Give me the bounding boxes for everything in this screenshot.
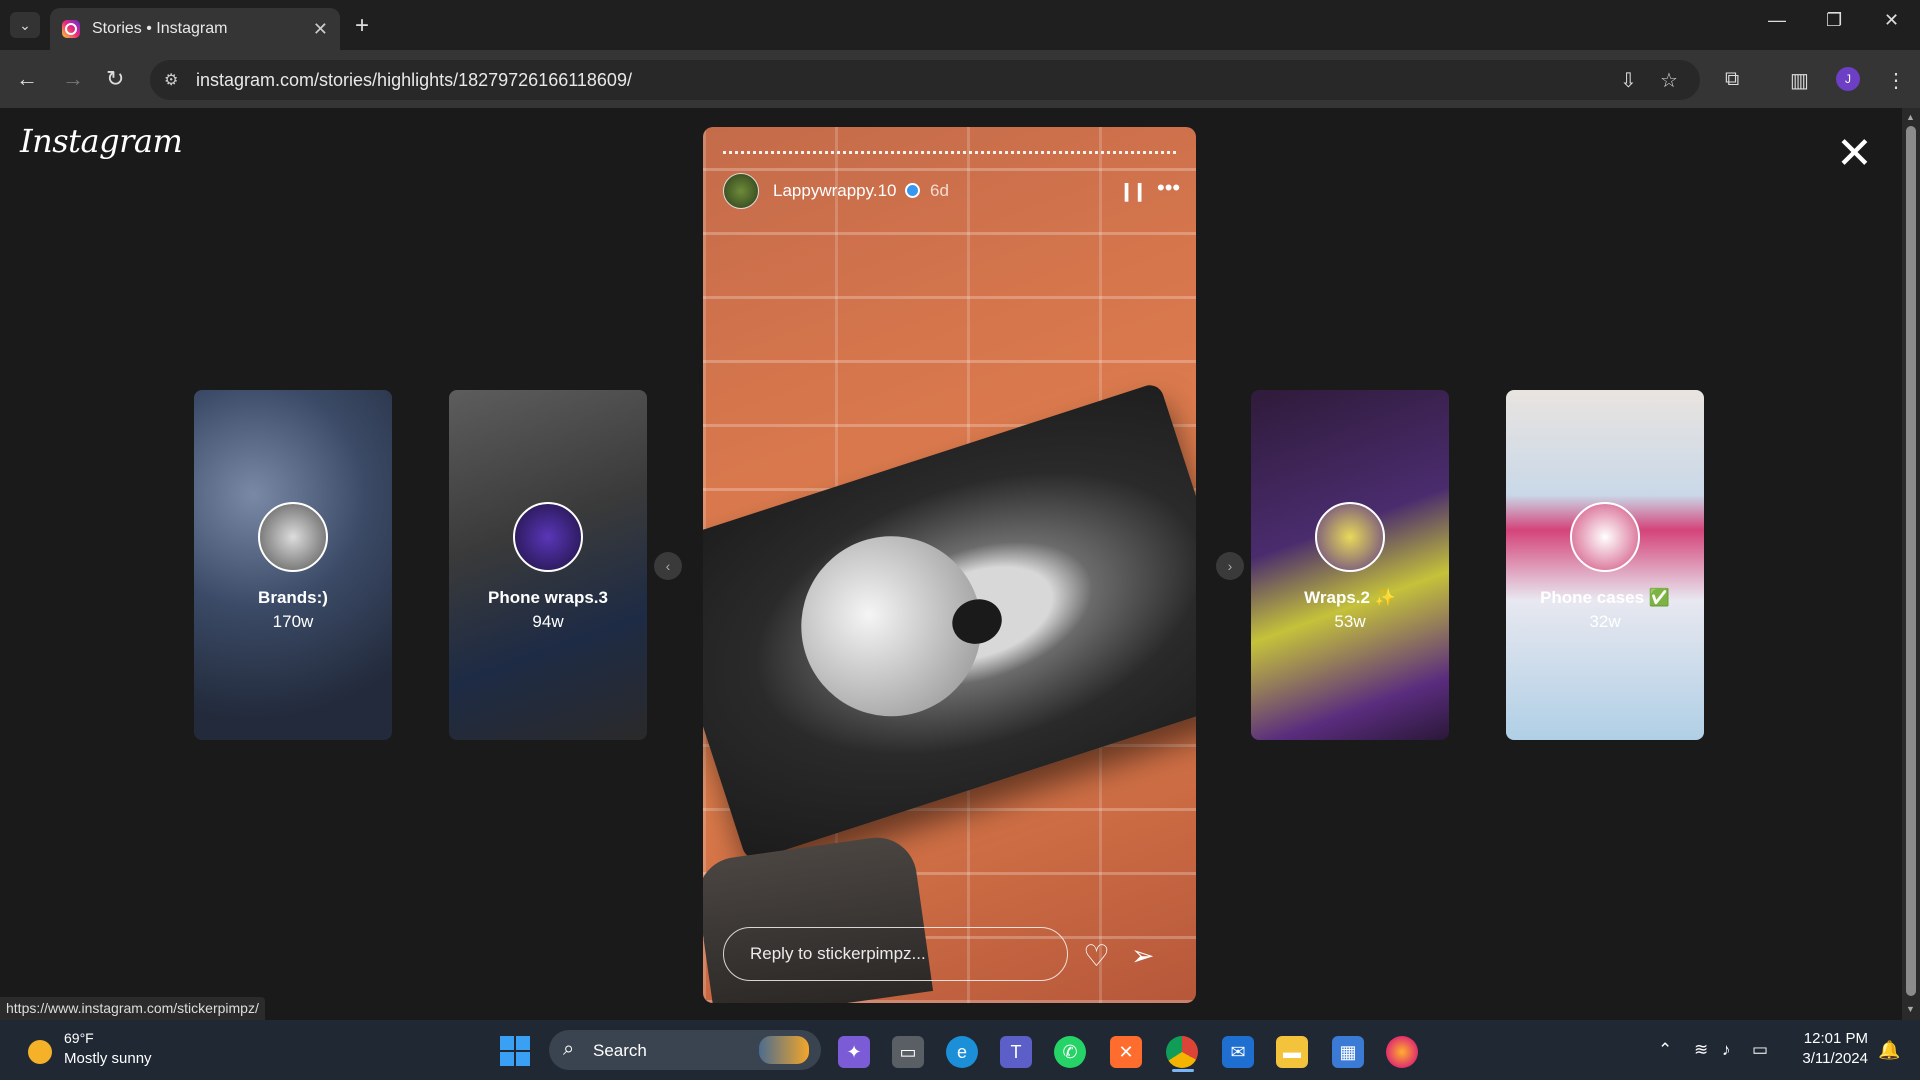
story-age: 6d [930, 181, 949, 200]
highlight-badge-icon [905, 183, 920, 198]
next-story-button[interactable]: › [1216, 552, 1244, 580]
previous-story-button[interactable]: ‹ [654, 552, 682, 580]
story-author-avatar[interactable] [723, 173, 759, 209]
restore-button[interactable]: ❐ [1826, 10, 1842, 31]
like-heart-icon[interactable]: ♡ [1083, 939, 1110, 974]
active-story[interactable]: Lappywrappy.10 6d ❙❙ ••• ♡ ➢ [703, 127, 1196, 1003]
forward-icon[interactable]: → [62, 66, 84, 92]
search-highlight-icon [759, 1036, 809, 1064]
windows-start-button[interactable] [500, 1036, 530, 1066]
minimize-button[interactable]: — [1768, 10, 1786, 31]
weather-condition: Mostly sunny [64, 1050, 152, 1067]
bookmark-star-icon[interactable]: ☆ [1660, 68, 1678, 93]
side-panel-icon[interactable]: ▥ [1790, 68, 1809, 93]
weather-temp: 69°F [64, 1030, 94, 1046]
highlight-age: 170w [272, 612, 314, 631]
chrome-active-indicator [1172, 1069, 1194, 1072]
highlight-avatar [1570, 502, 1640, 572]
whatsapp-icon[interactable]: ✆ [1054, 1036, 1086, 1068]
taskbar-search[interactable]: ⌕ Search [549, 1030, 821, 1070]
scroll-down-icon[interactable]: ▼ [1906, 1004, 1915, 1014]
story-progress-bar [723, 151, 1176, 154]
scroll-up-icon[interactable]: ▲ [1906, 112, 1915, 122]
new-tab-button[interactable]: + [355, 12, 369, 40]
highlight-age: 53w [1334, 612, 1366, 631]
highlight-card-phone-wraps[interactable]: Phone wraps.3 94w [449, 390, 647, 740]
highlight-age: 32w [1589, 612, 1621, 631]
highlight-avatar [258, 502, 328, 572]
page-scrollbar[interactable]: ▲ ▼ [1902, 108, 1920, 1020]
highlight-card-wraps[interactable]: Wraps.2 ✨ 53w [1251, 390, 1449, 740]
highlight-avatar [513, 502, 583, 572]
task-view-icon[interactable]: ▭ [892, 1036, 924, 1068]
link-status-bar: https://www.instagram.com/stickerpimpz/ [0, 997, 265, 1020]
address-url[interactable]: instagram.com/stories/highlights/1827972… [196, 70, 632, 91]
browser-tab[interactable]: Stories • Instagram ✕ [50, 8, 340, 50]
tab-close-icon[interactable]: ✕ [313, 19, 328, 40]
reply-field-wrapper[interactable] [723, 927, 1068, 981]
story-username[interactable]: Lappywrappy.10 [773, 181, 897, 201]
battery-icon[interactable]: ▭ [1752, 1040, 1768, 1060]
clock-time: 12:01 PM [1803, 1030, 1868, 1047]
profile-avatar[interactable]: J [1836, 67, 1860, 91]
wifi-icon[interactable]: ≋ [1694, 1040, 1708, 1060]
send-icon[interactable]: ➢ [1131, 939, 1154, 972]
highlight-name: Phone cases ✅ [1540, 588, 1670, 607]
story-header: Lappywrappy.10 6d ❙❙ ••• [723, 173, 1180, 209]
app-orange-icon[interactable]: ✕ [1110, 1036, 1142, 1068]
microsoft-store-icon[interactable]: ▦ [1332, 1036, 1364, 1068]
extensions-icon[interactable]: ⧉ [1725, 68, 1739, 91]
reload-icon[interactable]: ↻ [106, 66, 124, 92]
tab-title: Stories • Instagram [92, 20, 228, 37]
volume-icon[interactable]: ♪ [1722, 1040, 1731, 1060]
edge-icon[interactable]: e [946, 1036, 978, 1068]
more-options-icon[interactable]: ••• [1157, 175, 1180, 201]
scrollbar-thumb[interactable] [1906, 126, 1916, 996]
install-app-icon[interactable]: ⇩ [1620, 68, 1637, 93]
highlight-name: Phone wraps.3 [488, 588, 608, 607]
instagram-favicon-icon [62, 20, 80, 38]
instagram-logo[interactable]: Instagram [20, 122, 183, 160]
pause-icon[interactable]: ❙❙ [1119, 181, 1147, 202]
highlight-card-phone-cases[interactable]: Phone cases ✅ 32w [1506, 390, 1704, 740]
highlight-age: 94w [532, 612, 564, 631]
system-clock[interactable]: 12:01 PM 3/11/2024 [1790, 1030, 1868, 1067]
highlight-name: Wraps.2 ✨ [1304, 588, 1396, 607]
back-icon[interactable]: ← [16, 66, 38, 92]
copilot-icon[interactable]: ✦ [838, 1036, 870, 1068]
file-explorer-icon[interactable]: ▬ [1276, 1036, 1308, 1068]
search-icon: ⌕ [563, 1038, 575, 1060]
show-hidden-icons[interactable]: ⌃ [1658, 1040, 1672, 1060]
firefox-icon[interactable] [1386, 1036, 1418, 1068]
search-label: Search [593, 1041, 647, 1060]
reply-input[interactable] [724, 928, 1067, 980]
chrome-icon[interactable] [1166, 1036, 1198, 1068]
site-info-icon[interactable]: ⚙ [164, 70, 182, 89]
close-window-button[interactable]: ✕ [1884, 10, 1899, 31]
close-story-icon[interactable]: ✕ [1836, 132, 1873, 176]
teams-icon[interactable]: T [1000, 1036, 1032, 1068]
notification-bell-icon[interactable]: 🔔 [1878, 1040, 1900, 1061]
address-bar[interactable]: ⚙ instagram.com/stories/highlights/18279… [150, 60, 1700, 100]
tab-search-button[interactable]: ⌄ [10, 12, 40, 38]
menu-kebab-icon[interactable]: ⋮ [1886, 68, 1906, 93]
mail-icon[interactable]: ✉ [1222, 1036, 1254, 1068]
clock-date: 3/11/2024 [1802, 1050, 1868, 1067]
sun-icon [28, 1040, 52, 1064]
highlight-avatar [1315, 502, 1385, 572]
highlight-name: Brands:) [258, 588, 328, 607]
highlight-card-brands[interactable]: Brands:) 170w [194, 390, 392, 740]
